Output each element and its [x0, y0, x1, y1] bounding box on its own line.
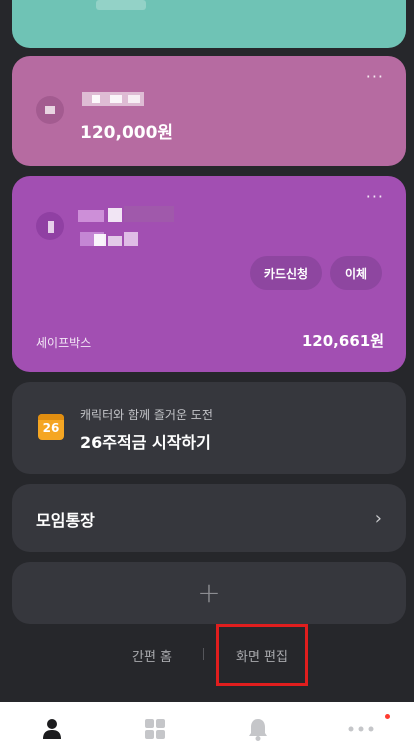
tab-notifications[interactable]: [206, 702, 309, 756]
simple-home-link[interactable]: 간편 홈: [132, 646, 172, 665]
footer-links: 간편 홈 화면 편집: [0, 644, 414, 665]
bell-icon: [248, 719, 267, 741]
masked-text: [124, 206, 174, 222]
masked-text: [110, 95, 122, 103]
calendar-icon: 26: [38, 414, 64, 440]
tab-home[interactable]: [0, 702, 103, 756]
group-account-title: 모임통장: [36, 511, 95, 530]
tab-more[interactable]: [309, 702, 412, 756]
person-icon: [42, 719, 61, 739]
savings-challenge-card[interactable]: 26 캐릭터와 함께 즐거운 도전 26주적금 시작하기: [12, 382, 406, 474]
bottom-tab-bar: [0, 702, 414, 756]
masked-text: [92, 95, 100, 103]
masked-text: [108, 208, 122, 222]
transfer-button[interactable]: 이체: [330, 256, 382, 290]
masked-text: [124, 232, 138, 246]
highlight-box: [216, 624, 308, 686]
notification-badge: [385, 714, 390, 719]
safebox-amount: 120,661원: [301, 332, 384, 350]
masked-balance: [96, 0, 146, 10]
challenge-title: 26주적금 시작하기: [80, 433, 211, 452]
account-card-pink[interactable]: 120,000원 ···: [12, 56, 406, 166]
divider: [203, 648, 204, 660]
more-icon: [348, 726, 373, 732]
masked-account-name: [78, 210, 104, 222]
account-balance: 120,000원: [80, 123, 174, 143]
safebox-label: 세이프박스: [36, 336, 92, 350]
masked-text: [108, 236, 122, 246]
group-account-card[interactable]: 모임통장 ›: [12, 484, 406, 552]
plus-icon: +: [197, 576, 221, 609]
chevron-right-icon: ›: [374, 508, 382, 529]
more-dots-icon[interactable]: ···: [366, 189, 384, 205]
more-dots-icon[interactable]: ···: [366, 69, 384, 85]
account-card-teal[interactable]: [12, 0, 406, 48]
masked-text: [128, 95, 140, 103]
bank-logo-icon: [36, 212, 64, 240]
add-account-button[interactable]: +: [12, 562, 406, 624]
card-apply-button[interactable]: 카드신청: [250, 256, 322, 290]
tab-benefits[interactable]: [103, 702, 206, 756]
grid-icon: [144, 719, 165, 739]
challenge-subtitle: 캐릭터와 함께 즐거운 도전: [80, 408, 213, 422]
masked-text: [94, 234, 106, 246]
bank-logo-icon: [36, 96, 64, 124]
account-card-purple[interactable]: ··· 카드신청 이체 세이프박스 120,661원: [12, 176, 406, 372]
